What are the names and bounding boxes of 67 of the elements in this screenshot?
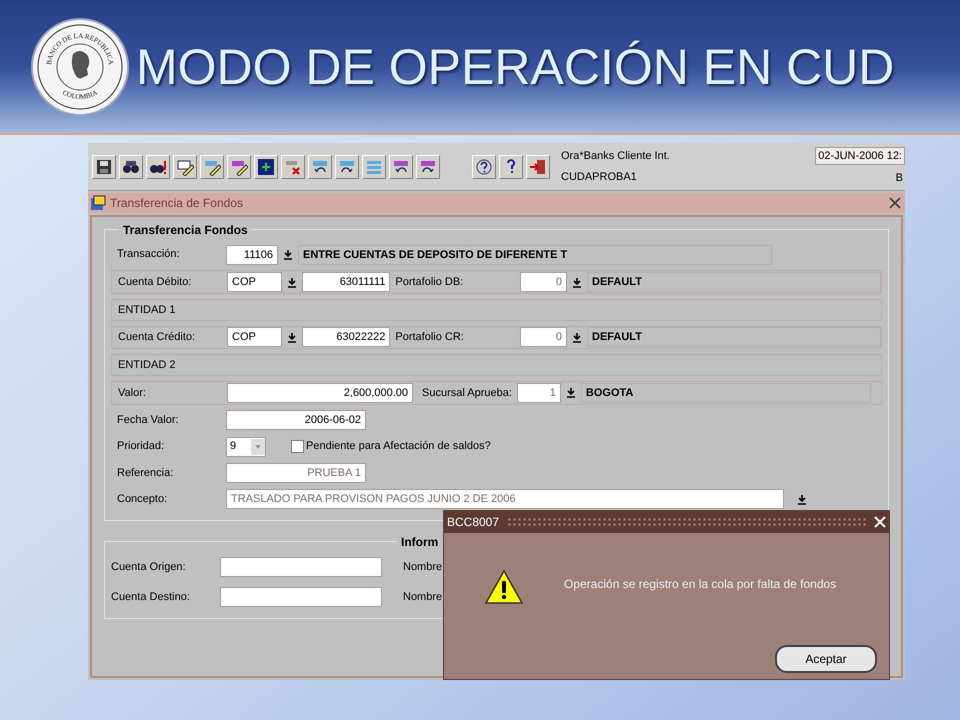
description-field: BOGOTA xyxy=(580,382,871,403)
input-field[interactable] xyxy=(220,557,382,577)
field-label: Prioridad: xyxy=(117,439,166,454)
priority-dropdown[interactable]: 9 xyxy=(226,436,266,457)
binoculars-icon[interactable] xyxy=(119,154,143,178)
download-arrow-icon[interactable] xyxy=(287,276,298,288)
field-label: Valor: xyxy=(118,386,147,401)
new-record-icon[interactable] xyxy=(254,154,278,178)
input-field[interactable]: 63022222 xyxy=(302,327,390,348)
entity-band: ENTIDAD 2 xyxy=(111,354,882,376)
description-field: ENTRE CUENTAS DE DEPOSITO DE DIFERENTE T xyxy=(298,244,772,265)
description-field: DEFAULT xyxy=(587,327,881,348)
input-field[interactable]: COP xyxy=(227,327,282,348)
form-pencil-icon[interactable] xyxy=(173,154,197,178)
close-icon[interactable] xyxy=(889,197,901,209)
app-name: Ora*Banks Cliente Int. xyxy=(561,148,671,164)
binoculars-exclamation-icon[interactable] xyxy=(146,154,170,178)
download-arrow-icon[interactable] xyxy=(283,249,293,260)
input-field[interactable]: 2,600,000.00 xyxy=(227,382,413,403)
field-label: Portafolio CR: xyxy=(395,330,465,346)
field-label: Cuenta Crédito: xyxy=(118,330,196,346)
download-arrow-icon[interactable] xyxy=(797,494,807,505)
slide-title: MODO DE OPERACIÓN EN CUD xyxy=(136,42,894,92)
help-icon[interactable] xyxy=(499,154,523,178)
input-field[interactable]: 11106 xyxy=(226,244,278,265)
field-label: Cuenta Débito: xyxy=(118,274,192,290)
field-label: Concepto: xyxy=(117,492,168,508)
delete-record-icon[interactable] xyxy=(281,154,305,178)
field-label: Nombre xyxy=(403,590,442,605)
description-field: DEFAULT xyxy=(587,272,881,292)
input-field[interactable]: 0 xyxy=(520,327,568,348)
status-text: B xyxy=(896,171,904,186)
window-app-icon xyxy=(90,195,106,211)
entity-band: ENTIDAD 1 xyxy=(111,298,882,321)
field-label: Sucursal Aprueba: xyxy=(422,386,512,401)
download-arrow-icon[interactable] xyxy=(572,276,582,288)
field-label: Cuenta Destino: xyxy=(111,590,191,605)
field-label: Cuenta Origen: xyxy=(111,560,187,575)
checkbox[interactable] xyxy=(291,440,304,454)
exit-door-icon[interactable] xyxy=(526,154,550,178)
dialog-message: Operación se registro en la cola por falta de fondos xyxy=(564,576,836,593)
caret-icon xyxy=(251,438,265,455)
field-label: Portafolio DB: xyxy=(395,274,464,290)
download-arrow-icon[interactable] xyxy=(566,387,576,398)
download-arrow-icon[interactable] xyxy=(287,332,298,343)
input-field[interactable]: 0 xyxy=(520,272,568,292)
window-title: Transferencia de Fondos xyxy=(110,195,243,212)
field-label: Transacción: xyxy=(117,247,181,262)
user-name: CUDAPROBA1 xyxy=(561,170,638,185)
form-pencil-icon[interactable] xyxy=(227,154,251,178)
help-icon[interactable] xyxy=(472,154,496,178)
input-field[interactable] xyxy=(220,587,382,607)
form-pencil-icon[interactable] xyxy=(200,154,224,178)
accept-button[interactable]: Aceptar xyxy=(775,645,877,673)
list-icon[interactable] xyxy=(362,154,386,178)
input-field[interactable]: 2006-06-02 xyxy=(226,410,366,430)
dialog-title: BCC8007 xyxy=(447,514,500,531)
warning-icon xyxy=(484,569,524,605)
field-label: Nombre xyxy=(403,560,442,575)
input-field[interactable]: COP xyxy=(227,272,282,292)
download-arrow-icon[interactable] xyxy=(572,332,582,343)
input-field[interactable]: 63011111 xyxy=(302,272,390,292)
input-field[interactable]: 1 xyxy=(516,382,561,403)
field-label: Fecha Valor: xyxy=(117,412,180,428)
checkbox-label: Pendiente para Afectación de saldos? xyxy=(306,439,491,454)
date-field: 02-JUN-2006 12: xyxy=(815,146,905,165)
field-label: Referencia: xyxy=(117,466,174,481)
